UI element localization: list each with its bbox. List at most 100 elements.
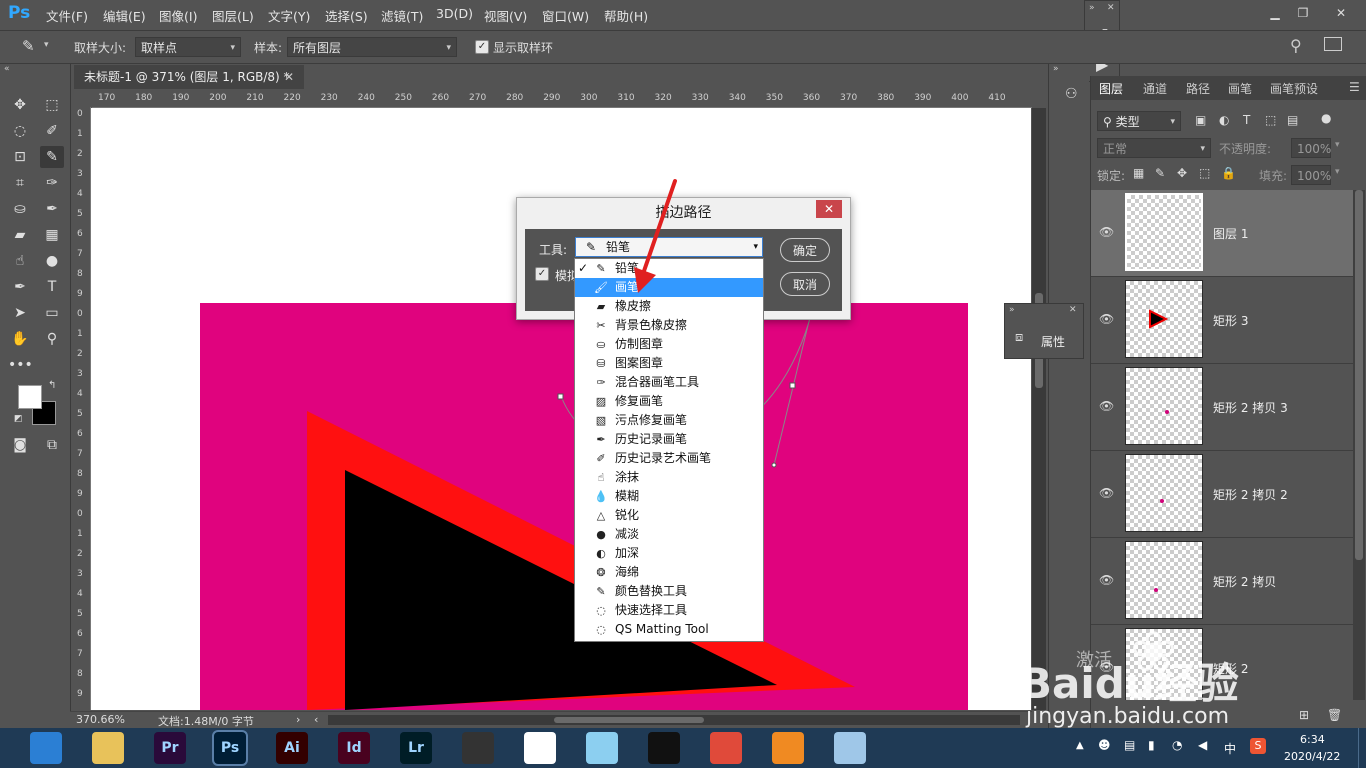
volume-icon[interactable]: ◀ <box>1198 738 1207 752</box>
tab-paths[interactable]: 路径 <box>1186 80 1210 97</box>
scroll-thumb[interactable] <box>554 717 704 723</box>
type-tool-icon[interactable]: T <box>40 276 64 298</box>
eye-icon[interactable]: 👁 <box>1099 399 1114 413</box>
tool-option[interactable]: ▧ 污点修复画笔 <box>575 411 763 430</box>
layer-row[interactable]: 👁 矩形 2 拷贝 2 <box>1091 451 1353 538</box>
eyedropper-tool-icon[interactable]: ✎ <box>40 146 64 168</box>
layer-row[interactable]: 👁 矩形 2 拷贝 <box>1091 538 1353 625</box>
browser-icon[interactable] <box>30 732 62 764</box>
clock-time[interactable]: 6:34 <box>1300 733 1325 746</box>
menu-edit[interactable]: 编辑(E) <box>103 6 146 25</box>
tool-option[interactable]: ● 减淡 <box>575 525 763 544</box>
tool-option[interactable]: ✂ 背景色橡皮擦 <box>575 316 763 335</box>
show-ring-checkbox[interactable]: ✓ <box>475 40 489 54</box>
tray-up-icon[interactable]: ▲ <box>1076 740 1084 751</box>
restore-icon[interactable]: ❐ <box>1292 4 1314 22</box>
eye-icon[interactable]: 👁 <box>1099 486 1114 500</box>
filter-toggle-icon[interactable]: ● <box>1321 111 1331 125</box>
eye-icon[interactable]: 👁 <box>1099 573 1114 587</box>
filter-adjust-icon[interactable]: ◐ <box>1219 113 1229 127</box>
tab-layers[interactable]: 图层 <box>1099 80 1123 97</box>
hand-tool-icon[interactable]: ✋ <box>8 328 32 350</box>
pen-tool-icon[interactable]: ✒ <box>8 276 32 298</box>
ime-indicator[interactable]: 中 <box>1224 740 1236 757</box>
zoom-tool-icon[interactable]: ⚲ <box>40 328 64 350</box>
foreground-color-swatch[interactable] <box>18 385 42 409</box>
eyedropper-icon[interactable]: ✎ <box>22 37 35 55</box>
wifi-icon[interactable]: ◔ <box>1172 738 1182 752</box>
ok-button[interactable]: 确定 <box>780 238 830 262</box>
brush-tool-icon[interactable]: ✑ <box>40 172 64 194</box>
tool-option[interactable]: ⛀ 仿制图章 <box>575 335 763 354</box>
collapse-icon[interactable]: » <box>1053 64 1059 74</box>
blend-mode-select[interactable]: 正常 ▾ <box>1097 138 1211 158</box>
chevron-down-icon[interactable]: ▾ <box>1335 167 1340 177</box>
more-tools-icon[interactable]: ••• <box>8 354 33 376</box>
clock-date[interactable]: 2020/4/22 <box>1284 750 1340 763</box>
search-icon[interactable]: ⚲ <box>1290 36 1302 55</box>
qq-icon[interactable] <box>648 732 680 764</box>
illustrator-icon[interactable]: Ai <box>276 732 308 764</box>
workspace-icon[interactable] <box>1324 37 1342 51</box>
tool-option[interactable]: △ 锐化 <box>575 506 763 525</box>
eraser-tool-icon[interactable]: ▰ <box>8 224 32 246</box>
tool-option[interactable]: ❂ 海绵 <box>575 563 763 582</box>
default-colors-icon[interactable]: ◩ <box>14 414 23 424</box>
lock-pixels-icon[interactable]: ✎ <box>1155 166 1165 180</box>
premiere-icon[interactable]: Pr <box>154 732 186 764</box>
tool-option[interactable]: ⛁ 图案图章 <box>575 354 763 373</box>
menu-file[interactable]: 文件(F) <box>46 6 88 25</box>
filter-shape-icon[interactable]: ⬚ <box>1265 113 1276 127</box>
menu-3d[interactable]: 3D(D) <box>436 6 473 21</box>
lock-transparent-icon[interactable]: ▦ <box>1133 166 1144 180</box>
tool-option[interactable]: ▨ 修复画笔 <box>575 392 763 411</box>
panel-options-icon[interactable]: ⚇ <box>1065 86 1078 102</box>
menu-filter[interactable]: 滤镜(T) <box>381 6 423 25</box>
tool-option[interactable]: ◌ QS Matting Tool <box>575 620 763 639</box>
chevron-down-icon[interactable]: ▾ <box>44 40 49 50</box>
horizontal-scrollbar[interactable] <box>328 715 1020 725</box>
battery-icon[interactable]: ▮ <box>1148 738 1155 752</box>
filter-smart-icon[interactable]: ▤ <box>1287 113 1298 127</box>
path-select-tool-icon[interactable]: ➤ <box>8 302 32 324</box>
sample-size-select[interactable]: 取样点 ▾ <box>135 37 241 57</box>
collapse-icon[interactable]: » <box>1009 305 1015 315</box>
dodge-tool-icon[interactable]: ● <box>40 250 64 272</box>
chevron-left-icon[interactable]: ‹ <box>314 713 318 726</box>
menu-layer[interactable]: 图层(L) <box>212 6 254 25</box>
lock-position-icon[interactable]: ✥ <box>1177 166 1187 180</box>
move-tool-icon[interactable]: ✥ <box>8 94 32 116</box>
collapse-icon[interactable]: » <box>1089 3 1095 13</box>
close-icon[interactable]: ✕ <box>1069 305 1077 315</box>
tool-option[interactable]: ✎ 颜色替换工具 <box>575 582 763 601</box>
quick-select-tool-icon[interactable]: ✐ <box>40 120 64 142</box>
smudge-tool-icon[interactable]: ☝ <box>8 250 32 272</box>
panel-menu-icon[interactable]: ☰ <box>1349 80 1360 94</box>
quick-mask-icon[interactable]: ◙ <box>8 434 32 456</box>
photoshop-icon[interactable]: Ps <box>212 730 248 766</box>
chat-bird-icon[interactable] <box>586 732 618 764</box>
tool-option[interactable]: ◌ 快速选择工具 <box>575 601 763 620</box>
tab-brushes[interactable]: 画笔 <box>1228 80 1252 97</box>
tool-option[interactable]: ✒ 历史记录画笔 <box>575 430 763 449</box>
chevron-right-icon[interactable]: › <box>296 713 300 726</box>
tool-option[interactable]: 💧 模糊 <box>575 487 763 506</box>
screen-mode-icon[interactable]: ⧉ <box>40 434 64 456</box>
opacity-input[interactable]: 100% <box>1291 138 1331 158</box>
crop-tool-icon[interactable]: ⊡ <box>8 146 32 168</box>
eye-icon[interactable]: 👁 <box>1099 312 1114 326</box>
filter-type-icon[interactable]: T <box>1243 113 1250 127</box>
filter-pixel-icon[interactable]: ▣ <box>1195 113 1206 127</box>
umbrella-app-icon[interactable] <box>524 732 556 764</box>
notepad-icon[interactable] <box>834 732 866 764</box>
layer-row[interactable]: 👁 图层 1 <box>1091 190 1353 277</box>
swap-colors-icon[interactable]: ↰ <box>48 380 56 391</box>
indesign-icon[interactable]: Id <box>338 732 370 764</box>
close-icon[interactable]: ✕ <box>1330 4 1352 22</box>
chevron-down-icon[interactable]: ▾ <box>1335 140 1340 150</box>
stamp-tool-icon[interactable]: ⛀ <box>8 198 32 220</box>
zoom-level[interactable]: 370.66% <box>76 713 125 726</box>
tool-option[interactable]: ◐ 加深 <box>575 544 763 563</box>
marquee-tool-icon[interactable]: ⬚ <box>40 94 64 116</box>
menu-type[interactable]: 文字(Y) <box>268 6 310 25</box>
